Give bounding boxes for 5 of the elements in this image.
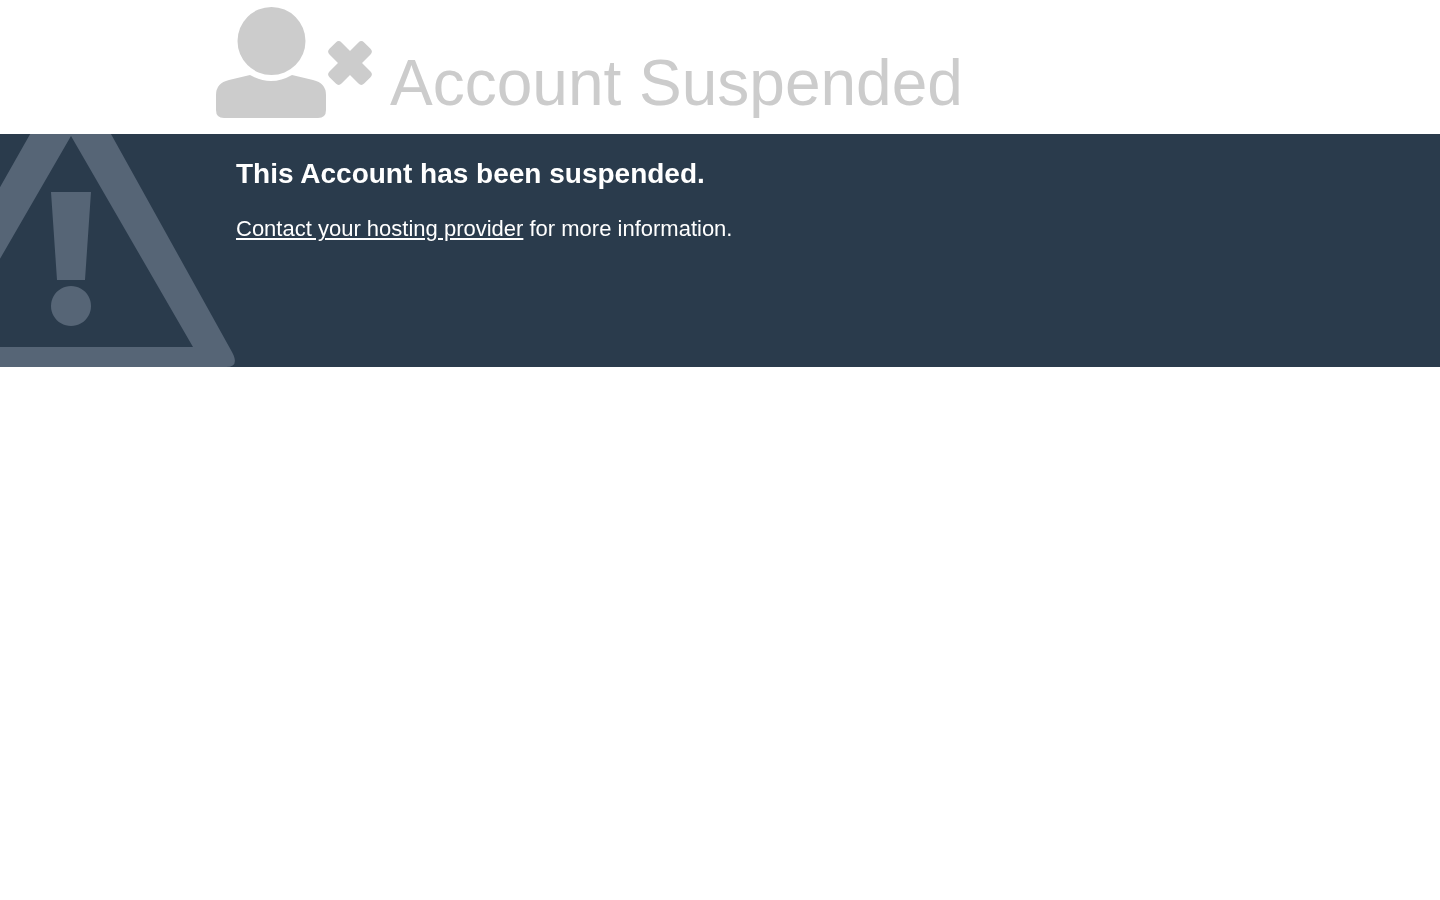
suspension-heading: This Account has been suspended.	[236, 158, 706, 191]
warning-icon	[0, 134, 236, 367]
suspension-message: Contact your hosting provider for more information.	[236, 216, 733, 242]
hosting-provider-link[interactable]: Contact your hosting provider	[236, 216, 524, 242]
user-cross-icon	[216, 7, 374, 118]
